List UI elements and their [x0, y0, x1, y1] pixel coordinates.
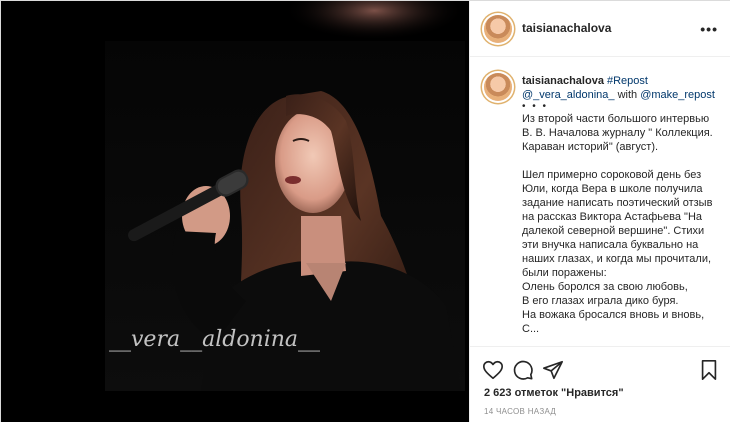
caption-avatar[interactable]: [484, 73, 512, 101]
source-mention[interactable]: @_vera_aldonina_: [522, 89, 615, 101]
singer-photo: __vera__aldonina__: [1, 1, 469, 422]
caption-area: taisianachalova #Repost @_vera_aldonina_…: [470, 58, 730, 345]
bookmark-icon[interactable]: [698, 359, 720, 381]
likes-count[interactable]: 2 623 отметок "Нравится": [484, 387, 624, 399]
caption-paragraph-2: Шел примерно сороковой день без Юли, ког…: [522, 169, 713, 279]
poem-line-3: На вожака бросался вновь и вновь,: [522, 309, 705, 321]
post-side-panel: taisianachalova ••• taisianachalova #Rep…: [469, 1, 730, 422]
heart-icon[interactable]: [482, 359, 504, 381]
post-actions: 2 623 отметок "Нравится" 14 ЧАСОВ НАЗАД: [470, 346, 730, 421]
poem-line-1: Олень боролся за свою любовь,: [522, 281, 688, 293]
post-photo[interactable]: __vera__aldonina__: [1, 1, 469, 422]
post-dialog: __vera__aldonina__ taisianachalova ••• t…: [0, 0, 730, 422]
poem-line-4: С...: [522, 323, 540, 335]
comment-icon[interactable]: [512, 359, 534, 381]
with-text: with: [617, 89, 638, 101]
paper-plane-icon[interactable]: [542, 359, 564, 381]
repost-mention[interactable]: @make_repost: [640, 89, 715, 101]
caption-paragraph-1: Из второй части большого интервью В. В. …: [522, 113, 713, 153]
author-username[interactable]: taisianachalova: [522, 21, 611, 35]
caption-username[interactable]: taisianachalova: [522, 75, 604, 87]
post-timestamp[interactable]: 14 ЧАСОВ НАЗАД: [484, 407, 556, 416]
caption-text: taisianachalova #Repost @_vera_aldonina_…: [522, 74, 722, 336]
repost-hashtag[interactable]: #Repost: [607, 75, 648, 87]
more-options-icon[interactable]: •••: [700, 21, 718, 37]
author-avatar[interactable]: [484, 15, 512, 43]
poem-line-2: В его глазах играла дико буря.: [522, 295, 679, 307]
watermark-text: __vera__aldonina__: [109, 327, 320, 352]
post-header: taisianachalova •••: [470, 1, 730, 57]
caption-dots: • • •: [522, 101, 549, 112]
